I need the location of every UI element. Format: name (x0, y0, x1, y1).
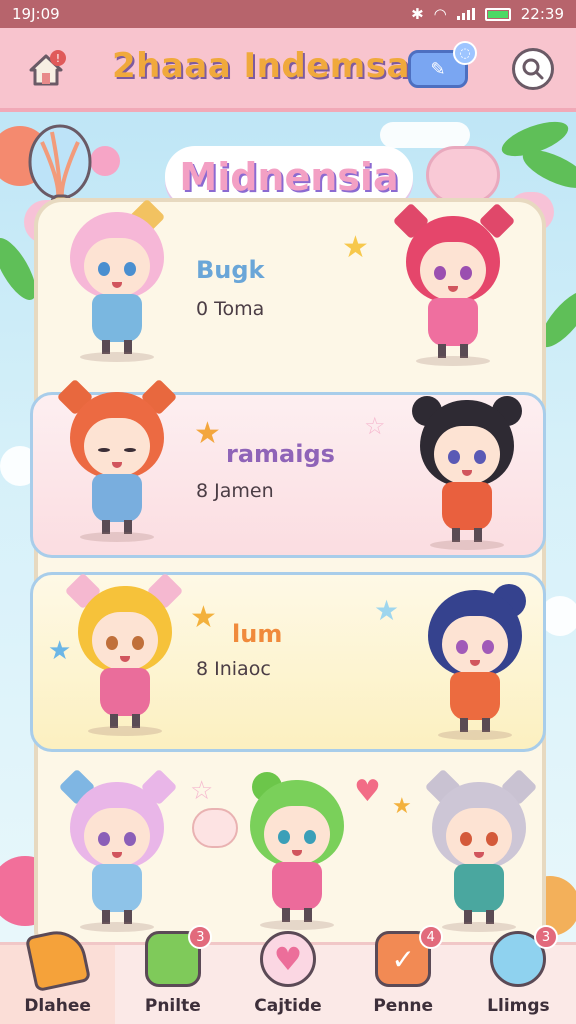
character-lilac-hair[interactable] (58, 768, 178, 932)
nav-item-llimgs[interactable]: 3 Llimgs (461, 925, 576, 1024)
character-sub: 8 Iniaoc (196, 658, 271, 680)
chat-badge: ◌ (453, 41, 477, 65)
heart-icon: ♥ (260, 931, 316, 987)
character-sub: 8 Jamen (196, 480, 274, 502)
character-name[interactable]: lum (232, 620, 282, 648)
signal-icon (456, 8, 475, 20)
nav-label: Pnilte (144, 996, 201, 1016)
star-icon: ★ (48, 636, 72, 666)
outfit (92, 294, 142, 342)
outfit (454, 864, 504, 912)
nav-badge: 3 (534, 925, 559, 949)
search-icon (522, 58, 544, 80)
outfit (92, 864, 142, 912)
nav-badge: 4 (418, 925, 443, 949)
nav-label: Dlahee (24, 996, 91, 1016)
character-name[interactable]: Bugk (196, 256, 265, 284)
star-icon: ★ (194, 416, 221, 451)
character-orange-hair[interactable] (56, 378, 178, 542)
bottom-navigation: Dlahee 3 Pnilte ♥ Cajtide ✓ 4 Penne 3 Ll… (0, 925, 576, 1024)
character-name[interactable]: ramaigs (226, 440, 335, 468)
nav-item-pnilte[interactable]: 3 Pnilte (115, 925, 230, 1024)
star-icon: ★ (190, 600, 217, 635)
pet-creature[interactable] (426, 146, 500, 204)
outfit (442, 482, 492, 530)
nav-item-cajtide[interactable]: ♥ Cajtide (230, 931, 345, 1024)
chat-icon: ✎ (430, 58, 446, 80)
face (264, 806, 330, 864)
home-notification-badge: ! (50, 50, 66, 66)
nav-label: Llimgs (487, 996, 550, 1016)
face (84, 808, 150, 866)
face (434, 426, 500, 484)
face (84, 418, 150, 476)
home-button[interactable]: ! (24, 48, 68, 92)
face (84, 238, 150, 296)
battery-icon (484, 7, 511, 21)
palm-leaf (517, 142, 576, 196)
character-sub: 0 Toma (196, 298, 265, 320)
heart-icon: ♥ (354, 774, 381, 809)
character-pink-hair[interactable] (62, 198, 172, 362)
cloud (380, 122, 470, 148)
status-bar: 19J:09 ✱ ◠ 22:39 (0, 0, 576, 28)
nav-badge: 3 (188, 925, 213, 949)
search-button[interactable] (512, 48, 554, 90)
wifi-icon: ◠ (433, 5, 447, 23)
outfit (100, 668, 150, 716)
star-icon: ★ (392, 794, 412, 819)
game-scene: Midnensia ★ Bugk 0 Toma ★ ☆ ramaigs 8 Ja… (0, 116, 576, 942)
nav-label: Penne (373, 996, 434, 1016)
star-icon: ☆ (364, 412, 386, 440)
nav-label: Cajtide (254, 996, 322, 1016)
character-blonde-hair[interactable] (64, 572, 184, 736)
star-icon: ☆ (190, 776, 214, 806)
star-icon: ★ (374, 594, 400, 627)
character-green-hair[interactable] (242, 772, 352, 930)
face (420, 242, 486, 300)
nav-item-penne[interactable]: ✓ 4 Penne (346, 925, 461, 1024)
outfit (272, 862, 322, 910)
banner-title: Midnensia (179, 155, 399, 199)
app-title: 2haaa Indemsa (112, 46, 410, 86)
character-black-hair[interactable] (412, 396, 522, 550)
outfit (92, 474, 142, 522)
status-time-left: 19J:09 (12, 5, 60, 23)
face (92, 612, 158, 670)
status-icons: ✱ ◠ 22:39 (411, 5, 564, 23)
bluetooth-icon: ✱ (411, 5, 424, 23)
status-time-right: 22:39 (520, 5, 564, 23)
outfit (428, 298, 478, 346)
face (446, 808, 512, 866)
chat-button[interactable]: ✎ ◌ (408, 41, 477, 88)
pet-creature[interactable] (192, 808, 238, 848)
nav-item-dlahee[interactable]: Dlahee (0, 925, 116, 1024)
face (442, 616, 508, 674)
app-header: ! 2haaa Indemsa ✎ ◌ (0, 28, 576, 112)
character-navy-hair[interactable] (420, 584, 530, 740)
outfit (450, 672, 500, 720)
character-red-hair[interactable] (392, 202, 516, 366)
character-silver-hair[interactable] (424, 768, 538, 932)
star-icon: ★ (342, 230, 369, 265)
